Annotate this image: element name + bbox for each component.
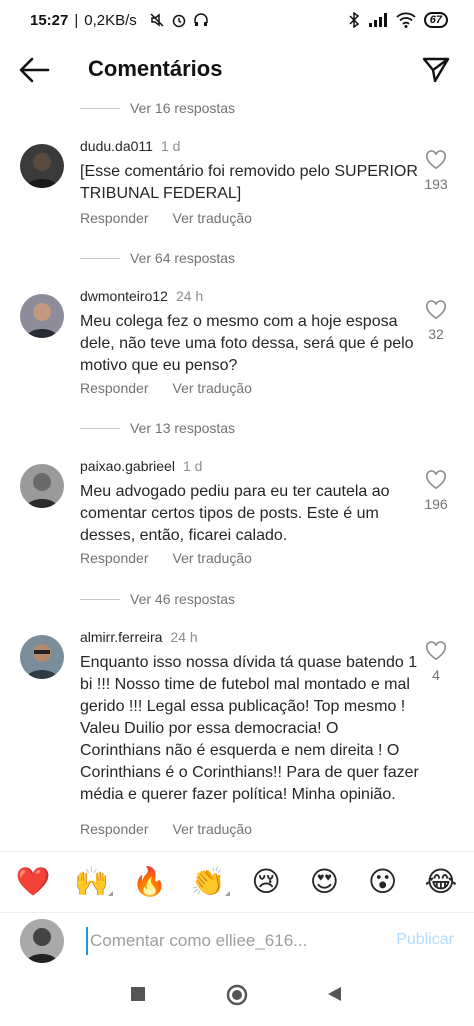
comment-username[interactable]: dudu.da011	[80, 138, 153, 154]
heart-icon[interactable]	[425, 641, 447, 661]
reply-button[interactable]: Responder	[80, 210, 149, 226]
avatar[interactable]	[20, 144, 64, 188]
laughing-tears-emoji[interactable]: 😂	[421, 865, 461, 898]
comment-header: almirr.ferreira 24 h	[80, 629, 198, 645]
comment-time: 1 d	[182, 458, 203, 474]
comment-text: [Esse comentário foi removido pelo SUPER…	[80, 163, 418, 202]
comment-username[interactable]: dwmonteiro12	[80, 288, 168, 304]
comment-header: paixao.gabrieel 1 d	[80, 458, 202, 474]
reply-button[interactable]: Responder	[80, 550, 149, 566]
heart-icon[interactable]	[425, 150, 447, 170]
red-heart-emoji[interactable]: ❤️	[13, 865, 53, 898]
like-control[interactable]: 4	[420, 641, 452, 683]
like-count: 32	[428, 326, 444, 342]
headphones-icon	[194, 13, 208, 26]
view-replies-link[interactable]: Ver 16 respostas	[80, 100, 235, 116]
view-replies-label[interactable]: Ver 64 respostas	[130, 250, 235, 266]
crying-face-emoji[interactable]: 😢	[246, 865, 286, 898]
comment-username[interactable]: paixao.gabrieel	[80, 458, 175, 474]
emoji-bar: ❤️ 🙌 🔥 👏 😢 😍 😮 😂	[0, 851, 474, 911]
like-count: 196	[424, 496, 448, 512]
raising-hands-glyph: 🙌	[73, 865, 109, 898]
heart-eyes-emoji[interactable]: 😍	[304, 865, 344, 898]
header: Comentários	[0, 44, 474, 94]
view-replies-label[interactable]: Ver 16 respostas	[130, 100, 235, 116]
skin-tone-indicator	[224, 891, 230, 896]
comment-username[interactable]: almirr.ferreira	[80, 629, 162, 645]
comment-time: 1 d	[160, 138, 181, 154]
status-bar: 15:27 | 0,2KB/s 67	[0, 0, 474, 40]
see-translation-button[interactable]: Ver tradução	[173, 380, 252, 396]
publish-button[interactable]: Publicar	[396, 931, 454, 949]
comment-time: 24 h	[170, 629, 198, 645]
like-control[interactable]: 196	[420, 470, 452, 512]
see-translation-button[interactable]: Ver tradução	[173, 210, 252, 226]
avatar[interactable]	[20, 464, 64, 508]
recents-icon[interactable]	[130, 986, 146, 1002]
see-translation-button[interactable]: Ver tradução	[173, 550, 252, 566]
comment-text: Meu colega fez o mesmo com a hoje esposa…	[80, 313, 414, 374]
heart-icon[interactable]	[425, 300, 447, 320]
comment-time: 24 h	[175, 288, 204, 304]
comment-composer: Publicar	[0, 912, 474, 968]
replies-divider	[80, 107, 120, 109]
heart-icon[interactable]	[425, 470, 447, 490]
see-translation-button[interactable]: Ver tradução	[173, 821, 252, 837]
comment-actions: Responder Ver tradução	[80, 821, 252, 837]
avatar[interactable]	[20, 294, 64, 338]
comment-text: Meu advogado pediu para eu ter cautela a…	[80, 483, 390, 544]
system-nav-bar	[0, 968, 474, 1026]
view-replies-label[interactable]: Ver 46 respostas	[130, 591, 235, 607]
battery-indicator: 67	[423, 12, 448, 28]
view-replies-link[interactable]: Ver 46 respostas	[80, 591, 235, 607]
surprised-face-emoji[interactable]: 😮	[363, 865, 403, 898]
comment-actions: Responder Ver tradução	[80, 210, 252, 226]
current-user-avatar	[20, 919, 64, 963]
mute-icon	[150, 13, 164, 27]
wifi-icon	[396, 12, 416, 28]
bluetooth-icon	[349, 12, 359, 28]
home-icon[interactable]	[226, 984, 248, 1006]
send-icon[interactable]	[422, 55, 450, 83]
comment-actions: Responder Ver tradução	[80, 380, 252, 396]
like-control[interactable]: 32	[420, 300, 452, 342]
clapping-hands-emoji[interactable]: 👏	[188, 865, 230, 898]
replies-divider	[80, 257, 120, 259]
reply-button[interactable]: Responder	[80, 380, 149, 396]
view-replies-label[interactable]: Ver 13 respostas	[130, 420, 235, 436]
like-count: 4	[432, 667, 440, 683]
page-title: Comentários	[88, 56, 223, 81]
comment-header: dudu.da011 1 d	[80, 138, 180, 154]
view-replies-link[interactable]: Ver 64 respostas	[80, 250, 235, 266]
comment-actions: Responder Ver tradução	[80, 550, 252, 566]
avatar[interactable]	[20, 635, 64, 679]
network-speed: 0,2KB/s	[84, 11, 137, 29]
comment-header: dwmonteiro12 24 h	[80, 288, 203, 304]
replies-divider	[80, 427, 120, 429]
alarm-icon	[172, 14, 186, 28]
like-count: 193	[424, 176, 448, 192]
skin-tone-indicator	[108, 891, 114, 896]
comment-input[interactable]	[86, 927, 376, 955]
fire-emoji[interactable]: 🔥	[130, 865, 170, 898]
status-separator: |	[74, 11, 79, 29]
replies-divider	[80, 598, 120, 600]
view-replies-link[interactable]: Ver 13 respostas	[80, 420, 235, 436]
reply-button[interactable]: Responder	[80, 821, 149, 837]
status-time: 15:27	[30, 11, 69, 29]
back-arrow-icon[interactable]	[18, 56, 50, 84]
like-control[interactable]: 193	[420, 150, 452, 192]
back-nav-icon[interactable]	[326, 986, 342, 1002]
clapping-hands-glyph: 👏	[190, 865, 226, 898]
comment-text: Enquanto isso nossa dívida tá quase bate…	[80, 654, 419, 803]
raising-hands-emoji[interactable]: 🙌	[71, 865, 114, 898]
signal-icon	[368, 13, 387, 27]
